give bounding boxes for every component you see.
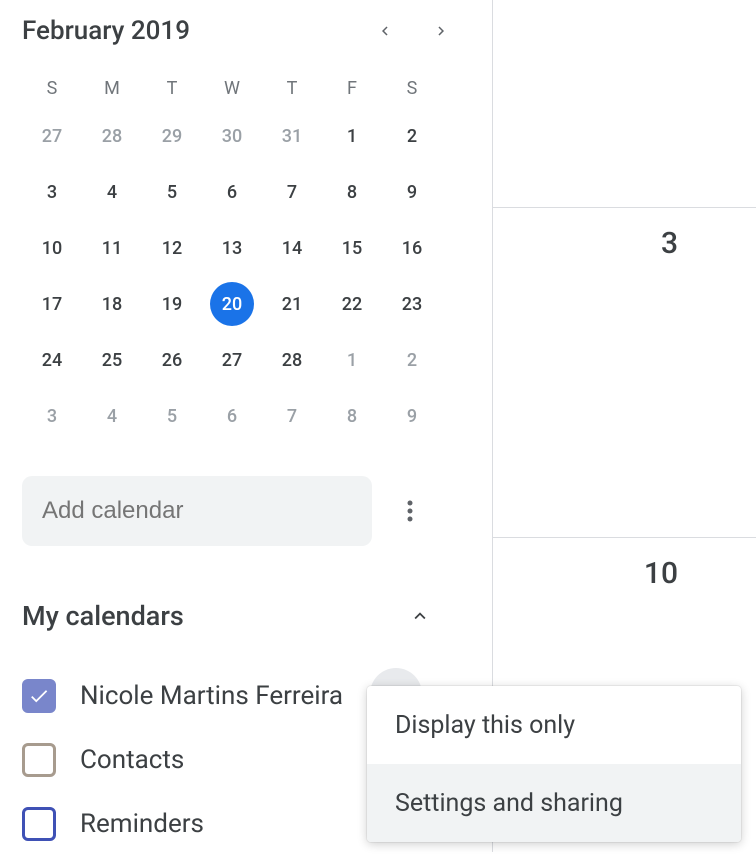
more-vert-icon (407, 499, 413, 523)
mini-calendar-day[interactable]: 28 (262, 332, 322, 388)
calendar-checkbox[interactable] (22, 743, 56, 777)
add-calendar-input[interactable] (22, 476, 372, 546)
mini-calendar-day[interactable]: 25 (82, 332, 142, 388)
calendar-name: Nicole Martins Ferreira (80, 681, 343, 711)
mini-calendar-day[interactable]: 20 (202, 276, 262, 332)
mini-calendar-day[interactable]: 17 (22, 276, 82, 332)
mini-calendar-day[interactable]: 7 (262, 388, 322, 444)
dow-cell: T (142, 68, 202, 108)
mini-calendar-day[interactable]: 3 (22, 388, 82, 444)
mini-calendar-day[interactable]: 28 (82, 108, 142, 164)
main-grid-date[interactable]: 10 (644, 556, 678, 591)
mini-calendar-day[interactable]: 8 (322, 388, 382, 444)
mini-calendar-day[interactable]: 11 (82, 220, 142, 276)
mini-calendar-day[interactable]: 18 (82, 276, 142, 332)
mini-calendar-day[interactable]: 22 (322, 276, 382, 332)
mini-calendar-day[interactable]: 6 (202, 388, 262, 444)
month-label[interactable]: February 2019 (22, 16, 366, 46)
mini-calendar-day[interactable]: 12 (142, 220, 202, 276)
mini-calendar-day[interactable]: 4 (82, 164, 142, 220)
mini-calendar-day[interactable]: 15 (322, 220, 382, 276)
prev-month-button[interactable] (366, 12, 404, 50)
calendar-name: Reminders (80, 809, 204, 839)
mini-calendar-day[interactable]: 5 (142, 388, 202, 444)
mini-calendar-day[interactable]: 19 (142, 276, 202, 332)
mini-calendar-day[interactable]: 3 (22, 164, 82, 220)
calendar-name: Contacts (80, 745, 184, 775)
mini-calendar-day[interactable]: 30 (202, 108, 262, 164)
mini-calendar-day[interactable]: 1 (322, 108, 382, 164)
mini-calendar-day[interactable]: 2 (382, 108, 442, 164)
calendar-context-menu: Display this only Settings and sharing (367, 686, 741, 842)
my-calendars-heading[interactable]: My calendars (22, 600, 400, 632)
mini-calendar-day[interactable]: 27 (22, 108, 82, 164)
mini-calendar-day[interactable]: 6 (202, 164, 262, 220)
collapse-my-calendars-button[interactable] (400, 596, 440, 636)
main-grid-cell[interactable] (493, 0, 756, 207)
menu-item-settings-sharing[interactable]: Settings and sharing (367, 764, 741, 842)
mini-calendar-day[interactable]: 14 (262, 220, 322, 276)
mini-calendar-day[interactable]: 8 (322, 164, 382, 220)
mini-calendar-day[interactable]: 21 (262, 276, 322, 332)
calendar-options-button[interactable] (390, 491, 430, 531)
mini-calendar-day[interactable]: 29 (142, 108, 202, 164)
calendar-checkbox[interactable] (22, 679, 56, 713)
mini-calendar-day[interactable]: 5 (142, 164, 202, 220)
mini-calendar-day[interactable]: 23 (382, 276, 442, 332)
mini-calendar-day[interactable]: 26 (142, 332, 202, 388)
dow-cell: S (22, 68, 82, 108)
mini-calendar-day[interactable]: 7 (262, 164, 322, 220)
menu-item-display-only[interactable]: Display this only (367, 686, 741, 764)
chevron-left-icon (376, 22, 394, 40)
mini-calendar-day[interactable]: 16 (382, 220, 442, 276)
mini-calendar-day[interactable]: 2 (382, 332, 442, 388)
mini-calendar-day[interactable]: 9 (382, 388, 442, 444)
main-grid-cell[interactable]: 3 (493, 207, 756, 537)
main-grid-date[interactable]: 3 (661, 226, 678, 261)
dow-cell: T (262, 68, 322, 108)
mini-calendar: SMTWTFS 27282930311234567891011121314151… (22, 68, 442, 444)
mini-calendar-day[interactable]: 4 (82, 388, 142, 444)
mini-calendar-day[interactable]: 13 (202, 220, 262, 276)
check-icon (28, 685, 50, 707)
chevron-up-icon (409, 605, 431, 627)
mini-calendar-day[interactable]: 31 (262, 108, 322, 164)
dow-cell: F (322, 68, 382, 108)
chevron-right-icon (432, 22, 450, 40)
calendar-checkbox[interactable] (22, 807, 56, 841)
mini-calendar-day[interactable]: 9 (382, 164, 442, 220)
mini-calendar-day[interactable]: 1 (322, 332, 382, 388)
dow-cell: M (82, 68, 142, 108)
dow-cell: W (202, 68, 262, 108)
mini-calendar-day[interactable]: 27 (202, 332, 262, 388)
mini-calendar-day[interactable]: 24 (22, 332, 82, 388)
next-month-button[interactable] (422, 12, 460, 50)
dow-cell: S (382, 68, 442, 108)
mini-calendar-day[interactable]: 10 (22, 220, 82, 276)
